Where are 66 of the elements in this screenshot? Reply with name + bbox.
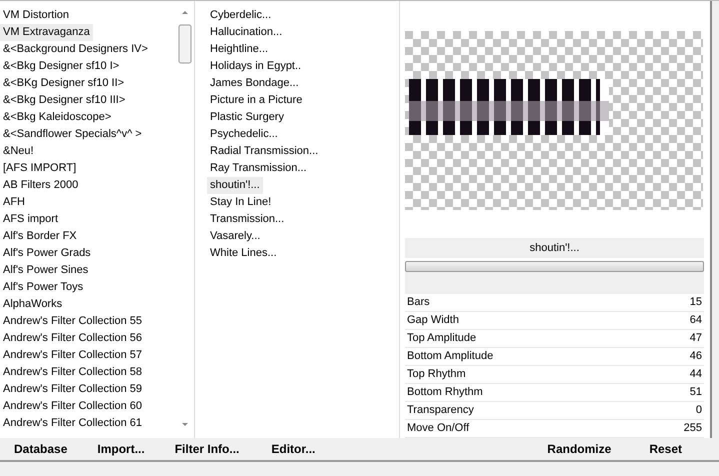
parameter-value[interactable]: 0 — [696, 402, 702, 419]
parameter-label: Move On/Off — [407, 421, 470, 436]
list-item[interactable]: Andrew's Filter Collection 60 — [0, 398, 146, 415]
list-item[interactable]: Picture in a Picture — [207, 92, 306, 109]
list-item[interactable]: &<Bkg Kaleidoscope> — [0, 109, 114, 126]
list-item[interactable]: Andrew's Filter Collection 58 — [0, 364, 146, 381]
parameter-label: Top Rhythm — [407, 367, 466, 382]
list-item[interactable]: Andrew's Filter Collection 61 — [0, 415, 146, 432]
list-item[interactable]: Andrew's Filter Collection 56 — [0, 330, 146, 347]
list-item[interactable]: James Bondage... — [207, 75, 302, 92]
parameter-value[interactable]: 64 — [690, 312, 702, 329]
parameter-value[interactable]: 46 — [690, 348, 702, 365]
list-item[interactable]: Cyberdelic... — [207, 7, 274, 24]
toolbar-button[interactable]: Filter Info... — [174, 440, 240, 458]
list-item[interactable]: Heightline... — [207, 41, 272, 58]
parameter-label: Transparency — [407, 403, 474, 418]
parameter-label: Gap Width — [407, 313, 459, 328]
list-item[interactable]: Hallucination... — [207, 24, 286, 41]
list-item[interactable]: shoutin'!... — [207, 177, 263, 194]
list-item[interactable]: White Lines... — [207, 245, 280, 262]
parameter-value[interactable]: 51 — [690, 384, 702, 401]
list-item[interactable]: &<Sandflower Specials^v^ > — [0, 126, 145, 143]
list-item[interactable]: AB Filters 2000 — [0, 177, 82, 194]
list-item[interactable]: Plastic Surgery — [207, 109, 287, 126]
list-item[interactable]: Alf's Power Grads — [0, 245, 94, 262]
scroll-down-icon[interactable] — [182, 423, 188, 426]
list-item[interactable]: AFH — [0, 194, 28, 211]
list-item[interactable]: [AFS IMPORT] — [0, 160, 80, 177]
list-item[interactable]: &<Background Designers IV> — [0, 41, 151, 58]
list-item[interactable]: Radial Transmission... — [207, 143, 322, 160]
list-item[interactable]: Alf's Border FX — [0, 228, 80, 245]
list-item[interactable]: Holidays in Egypt.. — [207, 58, 304, 75]
parameter-value[interactable]: 47 — [690, 330, 702, 347]
parameter-value[interactable]: 255 — [684, 420, 702, 437]
toolbar-button[interactable]: Database — [14, 440, 68, 458]
list-item[interactable]: AFS import — [0, 211, 62, 228]
parameter-label: Top Amplitude — [407, 331, 476, 346]
list-item[interactable]: Andrew's Filter Collection 55 — [0, 313, 146, 330]
list-item[interactable]: Transmission... — [207, 211, 288, 228]
scroll-thumb[interactable] — [178, 24, 192, 64]
list-item[interactable]: &<Bkg Designer sf10 III> — [0, 92, 128, 109]
parameter-value[interactable]: 15 — [690, 294, 702, 311]
list-item[interactable]: VM Distortion — [0, 7, 72, 24]
list-item[interactable]: Andrew's Filter Collection 59 — [0, 381, 146, 398]
list-item[interactable]: Stay In Line! — [207, 194, 274, 211]
list-item[interactable]: Ray Transmission... — [207, 160, 310, 177]
list-item[interactable]: VM Extravaganza — [0, 24, 93, 41]
toolbar-button[interactable]: Randomize — [547, 440, 612, 458]
list-item[interactable]: &Neu! — [0, 143, 37, 160]
parameter-label: Bottom Amplitude — [407, 349, 494, 364]
toolbar-button[interactable]: Reset — [649, 440, 682, 458]
filter-name-field: shoutin'!... — [405, 238, 704, 258]
list-item[interactable]: &<BKg Designer sf10 II> — [0, 75, 128, 92]
list-item[interactable]: Vasarely... — [207, 228, 264, 245]
toolbar-button[interactable]: Editor... — [271, 440, 316, 458]
scroll-up-icon[interactable] — [182, 11, 188, 14]
list-item[interactable]: Alf's Power Sines — [0, 262, 92, 279]
parameter-label: Bottom Rhythm — [407, 385, 483, 400]
list-item[interactable]: AlphaWorks — [0, 296, 66, 313]
list-item[interactable]: Alf's Power Toys — [0, 279, 86, 296]
parameter-label: Bars — [407, 295, 430, 310]
toolbar-button[interactable]: Import... — [97, 440, 145, 458]
parameter-value[interactable]: 44 — [690, 366, 702, 383]
list-item[interactable]: Andrew's Filter Collection 57 — [0, 347, 146, 364]
list-item[interactable]: &<Bkg Designer sf10 I> — [0, 58, 122, 75]
list-item[interactable]: Psychedelic... — [207, 126, 281, 143]
